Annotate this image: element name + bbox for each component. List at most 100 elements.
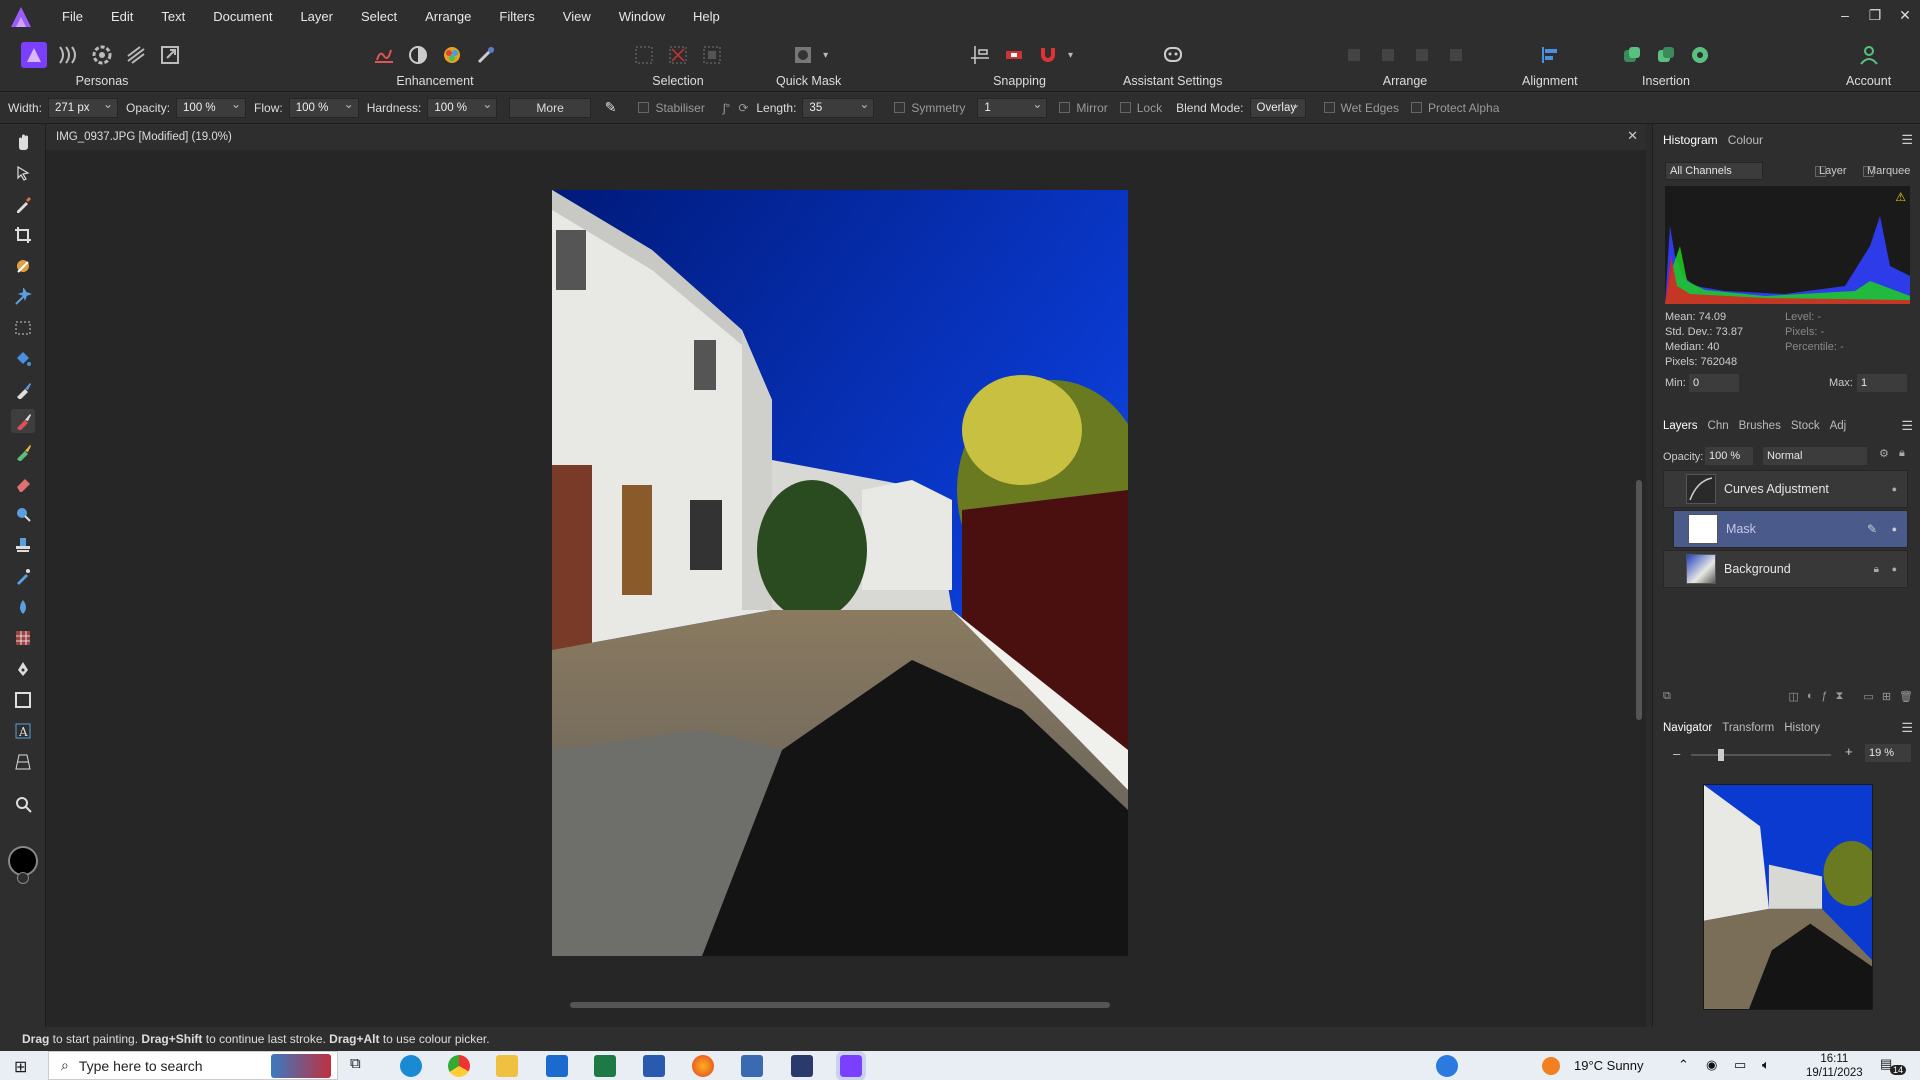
zoom-slider-thumb[interactable]: [1717, 749, 1724, 761]
minimize-icon[interactable]: –: [1830, 0, 1860, 34]
tab-history[interactable]: History: [1784, 722, 1820, 734]
quick-mask-icon[interactable]: [789, 41, 817, 69]
menu-help[interactable]: Help: [679, 0, 734, 34]
pen-tool-icon[interactable]: [11, 657, 35, 681]
mirror-checkbox[interactable]: [1059, 102, 1071, 113]
mask-layer-icon[interactable]: ◫: [1788, 690, 1798, 706]
hardness-field[interactable]: 100 %: [427, 95, 498, 118]
zoom-slider[interactable]: [1691, 749, 1831, 761]
navigator-preview[interactable]: [1703, 784, 1873, 1010]
affinity-photo-taskbar-icon[interactable]: [836, 1051, 866, 1080]
dodge-tool-icon[interactable]: [11, 502, 35, 526]
protect-alpha-checkbox[interactable]: [1410, 102, 1422, 113]
artistic-text-tool-icon[interactable]: A: [11, 719, 35, 743]
add-pixel-layer-icon[interactable]: ⊞: [1882, 690, 1891, 706]
file-explorer-icon[interactable]: [496, 1055, 518, 1077]
delete-layer-icon[interactable]: 🗑︎: [1899, 690, 1913, 706]
tab-colour[interactable]: Colour: [1728, 133, 1763, 147]
wet-edges-checkbox[interactable]: [1323, 102, 1335, 113]
visibility-dot-icon[interactable]: ●: [1892, 564, 1897, 574]
channel-dropdown[interactable]: All Channels: [1665, 162, 1763, 180]
auto-levels-icon[interactable]: [370, 41, 398, 69]
snap-toggle-icon[interactable]: [1000, 41, 1028, 69]
zoom-out-icon[interactable]: –: [1673, 746, 1680, 761]
photo-persona-icon[interactable]: [20, 41, 48, 69]
blend-mode-dropdown[interactable]: Overlay: [1249, 95, 1306, 118]
marquee-tool-icon[interactable]: [11, 316, 35, 340]
blemish-tool-icon[interactable]: [11, 564, 35, 588]
snapping-magnet-icon[interactable]: [1034, 41, 1062, 69]
perspective-tool-icon[interactable]: [11, 750, 35, 774]
opacity-field[interactable]: 100 %: [176, 95, 247, 118]
visibility-dot-icon[interactable]: ●: [1892, 524, 1897, 534]
menu-edit[interactable]: Edit: [97, 0, 147, 34]
symmetry-field[interactable]: 1: [977, 95, 1048, 118]
width-field[interactable]: 271 px: [48, 95, 119, 118]
crop-tool-icon[interactable]: [11, 223, 35, 247]
zoom-field[interactable]: 19 %: [1865, 744, 1911, 762]
auto-white-balance-icon[interactable]: [472, 41, 500, 69]
group-icon[interactable]: ▭: [1863, 690, 1873, 706]
document-tab[interactable]: IMG_0937.JPG [Modified] (19.0%) ✕: [46, 124, 1646, 150]
rope-mode-icon[interactable]: ʃ°: [723, 101, 730, 115]
task-view-icon[interactable]: ⧉: [350, 1055, 361, 1072]
paint-brush-tool-icon[interactable]: [11, 378, 35, 402]
window-mode-icon[interactable]: ⟳: [738, 101, 748, 115]
chevron-down-icon[interactable]: ▾: [823, 50, 828, 61]
layer-blend-dropdown[interactable]: Normal: [1763, 447, 1867, 465]
visibility-dot-icon[interactable]: ●: [1892, 484, 1897, 494]
chevron-down-icon[interactable]: ▾: [1068, 50, 1073, 61]
layer-options-icon[interactable]: ⧉: [1663, 690, 1671, 706]
tab-layers[interactable]: Layers: [1663, 420, 1698, 432]
affinity-designer-icon[interactable]: [791, 1055, 813, 1077]
move-to-back-icon[interactable]: [1340, 41, 1368, 69]
stabiliser-checkbox[interactable]: [638, 102, 650, 113]
horizontal-scroll-thumb[interactable]: [570, 1002, 1110, 1008]
tab-channels[interactable]: Chn: [1708, 420, 1729, 432]
mail-icon[interactable]: [546, 1055, 568, 1077]
network-icon[interactable]: ▭: [1734, 1057, 1746, 1073]
windows-start-icon[interactable]: ⊞: [14, 1057, 27, 1077]
colour-picker-tool-icon[interactable]: [11, 192, 35, 216]
layer-settings-icon[interactable]: ⚙: [1879, 447, 1889, 460]
move-forward-icon[interactable]: [1408, 41, 1436, 69]
flood-fill-tool-icon[interactable]: [11, 347, 35, 371]
move-to-front-icon[interactable]: [1442, 41, 1470, 69]
edge-icon[interactable]: [400, 1055, 422, 1077]
vertical-scrollbar[interactable]: [1634, 150, 1646, 1027]
snap-to-grid-icon[interactable]: [966, 41, 994, 69]
panel-menu-icon[interactable]: ☰: [1901, 418, 1913, 434]
remote-desktop-icon[interactable]: [741, 1055, 763, 1077]
meet-icon[interactable]: ◉: [1706, 1057, 1717, 1073]
view-tool-icon[interactable]: [11, 130, 35, 154]
flow-field[interactable]: 100 %: [288, 95, 359, 118]
live-filter-icon[interactable]: ⧗: [1836, 690, 1844, 706]
length-field[interactable]: 35: [802, 95, 875, 118]
symmetry-checkbox[interactable]: [894, 102, 906, 113]
menu-document[interactable]: Document: [199, 0, 286, 34]
menu-arrange[interactable]: Arrange: [411, 0, 485, 34]
menu-text[interactable]: Text: [147, 0, 199, 34]
restore-icon[interactable]: ❐: [1860, 0, 1890, 34]
pixel-brush-tool-icon[interactable]: [11, 409, 35, 433]
menu-select[interactable]: Select: [347, 0, 411, 34]
export-persona-icon[interactable]: [156, 41, 184, 69]
blur-brush-tool-icon[interactable]: [11, 595, 35, 619]
chrome-icon[interactable]: [448, 1055, 470, 1077]
tray-chevron-icon[interactable]: ⌃: [1678, 1057, 1689, 1073]
select-all-icon[interactable]: [630, 41, 658, 69]
auto-colours-icon[interactable]: [438, 41, 466, 69]
weather-text[interactable]: 19°C Sunny: [1574, 1058, 1644, 1073]
move-tool-icon[interactable]: [11, 161, 35, 185]
liquify-persona-icon[interactable]: [54, 41, 82, 69]
more-button[interactable]: More: [509, 97, 591, 118]
clone-brush-tool-icon[interactable]: [11, 440, 35, 464]
tab-stock[interactable]: Stock: [1791, 420, 1820, 432]
assistant-icon[interactable]: [1159, 41, 1187, 69]
selection-brush-tool-icon[interactable]: [11, 254, 35, 278]
vertical-scroll-thumb[interactable]: [1636, 480, 1642, 720]
volume-icon[interactable]: 🔈︎: [1762, 1057, 1770, 1073]
tab-navigator[interactable]: Navigator: [1663, 722, 1712, 734]
photo-canvas[interactable]: [552, 190, 1128, 956]
menu-file[interactable]: File: [48, 0, 97, 34]
